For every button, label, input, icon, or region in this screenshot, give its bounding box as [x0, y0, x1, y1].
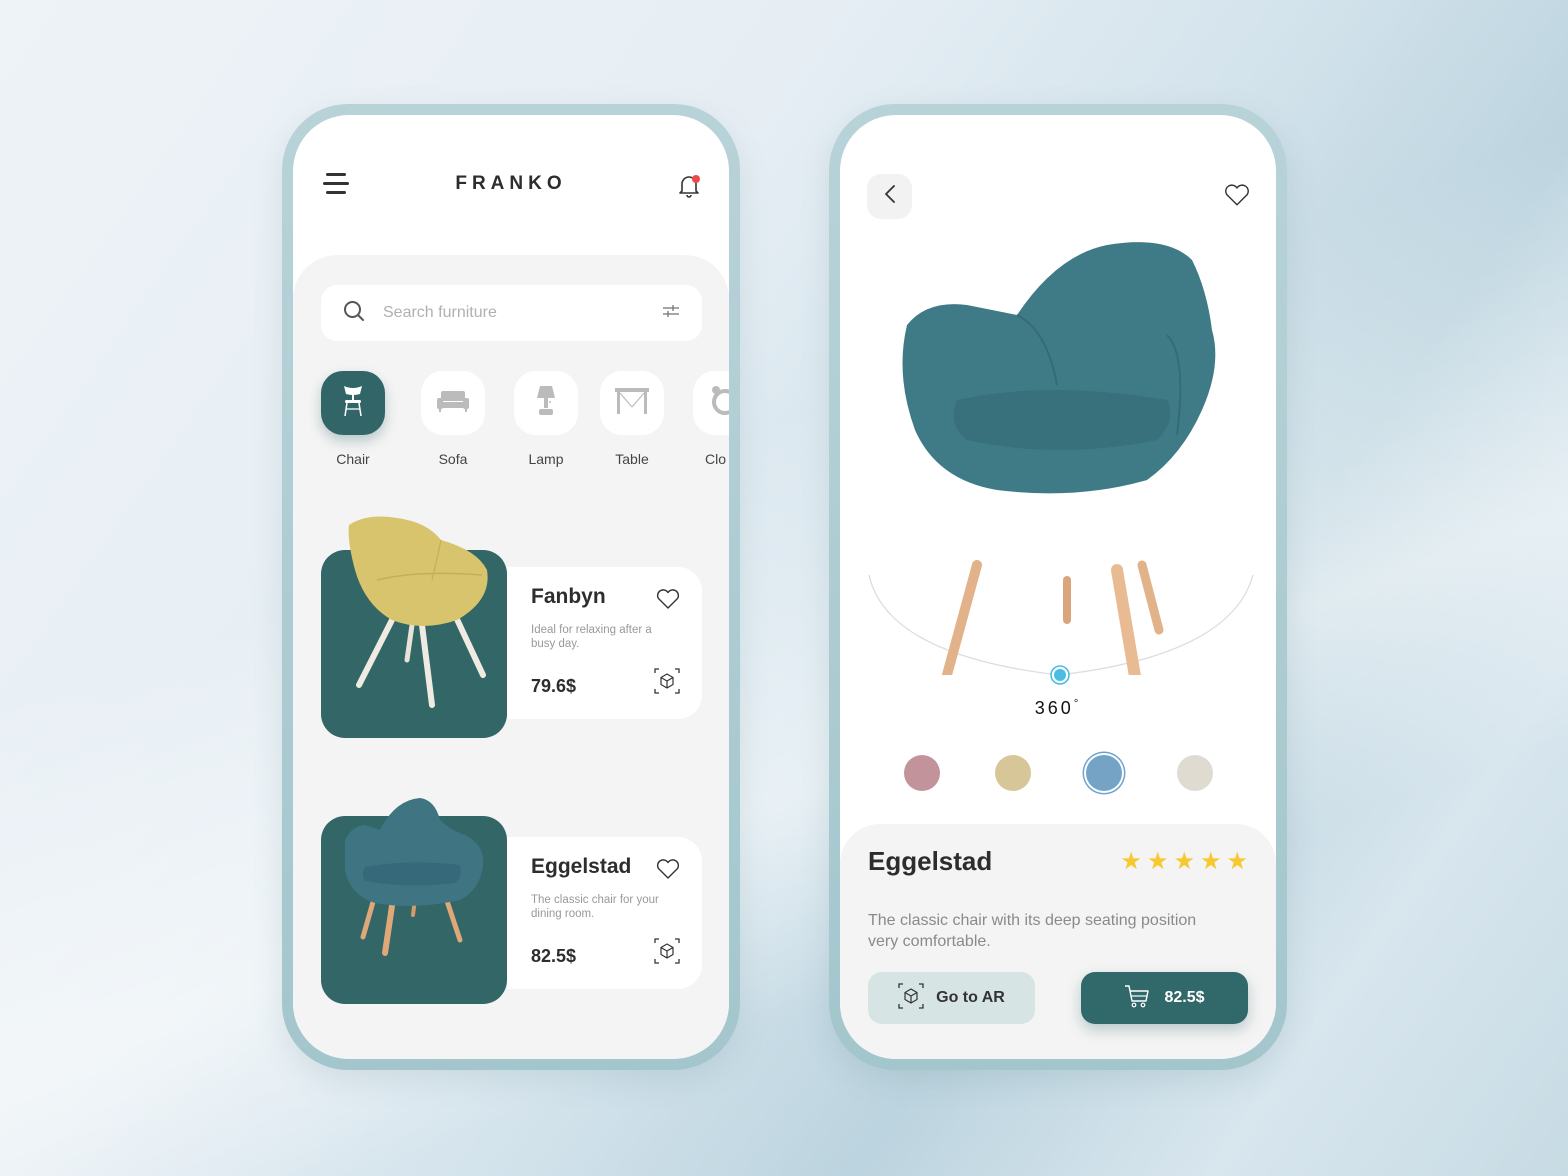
product-details-panel: Eggelstad ★ ★ ★ ★ ★ The classic chair with i… [840, 824, 1276, 1059]
color-swatch[interactable] [995, 755, 1031, 791]
chair-icon [340, 384, 366, 423]
chevron-left-icon [884, 185, 896, 208]
ar-cube-icon [898, 982, 924, 1014]
catalog-screen: FRANKO Chair [293, 115, 729, 1059]
product-name: Eggelstad [868, 846, 993, 876]
product-image-chair [348, 516, 488, 708]
phone-frame-catalog: FRANKO Chair [282, 104, 740, 1070]
category-table[interactable]: Table [600, 371, 664, 467]
background [0, 0, 1568, 1176]
rotation-track [868, 574, 1254, 675]
rotation-handle[interactable] [1048, 663, 1072, 687]
category-chair[interactable]: Chair [321, 371, 385, 467]
ar-cube-icon[interactable] [654, 938, 680, 969]
category-label: Table [615, 451, 649, 467]
sliders-icon[interactable] [662, 304, 680, 323]
color-swatch[interactable] [904, 755, 940, 791]
catalog-content: Chair Sofa Lamp [293, 255, 729, 1059]
phone-frame-detail: 360° Eggelstad ★ ★ ★ ★ ★ The classic chair w… [829, 104, 1287, 1070]
heart-icon[interactable] [656, 859, 680, 884]
color-swatch[interactable] [1177, 755, 1213, 791]
product-description: The classic chair for your dining room. [531, 894, 659, 920]
search-icon [343, 300, 365, 327]
table-icon [614, 387, 650, 420]
cart-price-label: 82.5$ [1164, 989, 1205, 1006]
category-lamp[interactable]: Lamp [514, 371, 578, 467]
star-icon: ★ [1199, 848, 1222, 875]
product-description: Ideal for relaxing after a busy day. [531, 624, 652, 650]
go-to-ar-button[interactable]: Go to AR [868, 972, 1035, 1024]
go-to-ar-label: Go to AR [936, 989, 1005, 1006]
category-label: Chair [336, 451, 370, 467]
lamp-icon [535, 385, 557, 422]
product-image-chair [345, 798, 484, 956]
star-icon: ★ [1173, 848, 1195, 875]
ar-cube-icon[interactable] [654, 668, 680, 699]
product-3d-view[interactable] [867, 235, 1255, 675]
product-card-eggelstad[interactable]: Eggelstad The classic chair for your din… [321, 795, 702, 1035]
category-label: Clo [705, 451, 727, 467]
category-clock[interactable]: Clo [693, 371, 729, 467]
rotation-value: 360 [1034, 698, 1074, 718]
product-price: 82.5$ [531, 946, 577, 966]
clock-icon [710, 385, 729, 422]
heart-icon[interactable] [1224, 184, 1250, 211]
notification-dot [692, 175, 700, 183]
product-description: The classic chair with its deep seating … [868, 912, 1197, 950]
product-price: 79.6$ [531, 676, 577, 696]
degree-symbol: ° [1073, 698, 1082, 710]
category-label: Lamp [528, 451, 564, 467]
search-bar[interactable] [321, 285, 702, 341]
rating-stars: ★ ★ ★ ★ ★ [1120, 850, 1248, 874]
category-label: Sofa [438, 451, 468, 467]
rotation-degrees: 360° [840, 698, 1276, 719]
add-to-cart-button[interactable]: 82.5$ [1081, 972, 1248, 1024]
star-icon: ★ [1226, 848, 1248, 875]
heart-icon[interactable] [656, 589, 680, 614]
brand-logo: FRANKO [455, 173, 567, 194]
star-icon: ★ [1120, 848, 1142, 875]
color-swatch[interactable] [1086, 755, 1122, 791]
product-card-fanbyn[interactable]: Fanbyn Ideal for relaxing after a busy d… [321, 510, 702, 750]
star-icon: ★ [1146, 848, 1169, 875]
sofa-icon [436, 390, 470, 417]
category-sofa[interactable]: Sofa [421, 371, 485, 467]
bell-icon[interactable] [677, 173, 701, 199]
product-info-card: Eggelstad The classic chair for your din… [507, 837, 702, 989]
search-input[interactable] [383, 304, 662, 322]
detail-screen: 360° Eggelstad ★ ★ ★ ★ ★ The classic chair w… [840, 115, 1276, 1059]
product-info-card: Fanbyn Ideal for relaxing after a busy d… [507, 567, 702, 719]
color-swatches [904, 755, 1214, 795]
cart-icon [1124, 983, 1150, 1014]
back-button[interactable] [867, 174, 912, 219]
